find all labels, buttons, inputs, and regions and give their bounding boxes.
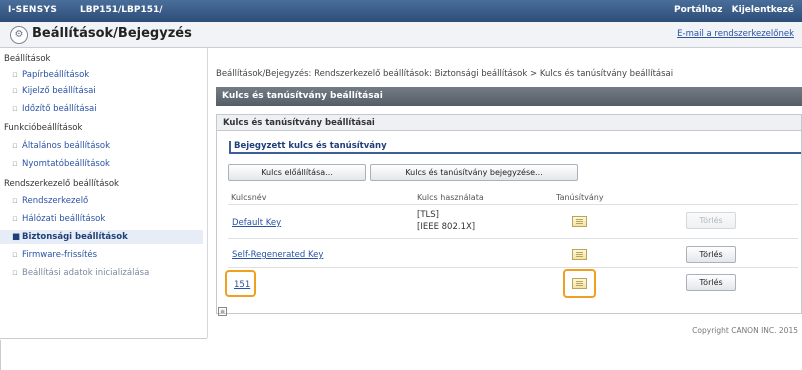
highlight-keyname [225, 270, 256, 297]
key-link-self-regenerated[interactable]: Self-Regenerated Key [232, 250, 323, 260]
sidebar-item-timer[interactable]: ▫ Időzítő beállításai [12, 104, 97, 114]
delete-button-default[interactable]: Törlés [686, 212, 736, 229]
sidebar: Beállítások ▫ Papírbeállítások ▫ Kijelző b… [0, 48, 208, 338]
delete-button-self-regenerated[interactable]: Törlés [686, 246, 736, 263]
row-divider [228, 238, 798, 239]
section-header: Kulcs és tanúsítvány beállításai [216, 87, 802, 106]
certificate-icon[interactable] [572, 216, 587, 227]
delete-button-151[interactable]: Törlés [686, 274, 736, 291]
usage-ieee: [IEEE 802.1X] [417, 222, 476, 232]
header-divider [228, 204, 798, 205]
sidebar-item-network[interactable]: ▫ Hálózati beállítások [12, 214, 105, 224]
sidebar-item-paper[interactable]: ▫ Papírbeállítások [12, 70, 89, 80]
top-links: Portálhoz Kijelentkezé [668, 5, 794, 15]
key-link-default[interactable]: Default Key [232, 218, 281, 228]
sidebar-group-admin[interactable]: Rendszerkezelő beállítások [4, 179, 119, 189]
register-key-button[interactable]: Kulcs és tanúsítvány bejegyzése... [370, 164, 578, 181]
breadcrumb: Beállítások/Bejegyzés: Rendszerkezelő be… [216, 69, 674, 79]
certificate-icon[interactable] [572, 249, 587, 260]
col-certificate: Tanúsítvány [556, 193, 604, 202]
brand-name: I-SENSYS [8, 5, 58, 15]
sidebar-bottom-line [0, 338, 207, 339]
sidebar-item-security[interactable]: ■ Biztonsági beállítások [0, 230, 203, 244]
sidebar-group-functions[interactable]: Funkcióbeállítások [4, 123, 82, 133]
sidebar-item-firmware[interactable]: ▫ Firmware-frissítés [12, 250, 97, 260]
logout-link[interactable]: Kijelentkezé [732, 5, 794, 15]
gear-icon: ⚙ [10, 26, 28, 44]
sidebar-item-printer[interactable]: ▫ Nyomtatóbeállítások [12, 159, 110, 169]
copyright: Copyright CANON INC. 2015 [692, 326, 798, 335]
sidebar-item-display[interactable]: ▫ Kijelző beállításai [12, 86, 96, 96]
sidebar-item-init[interactable]: ▫ Beállítási adatok inicializálása [12, 268, 149, 278]
generate-key-button[interactable]: Kulcs előállítása... [228, 164, 366, 181]
subhead-marker [229, 141, 231, 152]
sidebar-item-general[interactable]: ▫ Általános beállítások [12, 141, 110, 151]
page-title: Beállítások/Bejegyzés [32, 26, 192, 41]
left-edge-line [0, 340, 1, 370]
sidebar-group-settings[interactable]: Beállítások [4, 54, 50, 64]
col-keyname: Kulcsnév [231, 193, 267, 202]
mail-admin-link[interactable]: E-mail a rendszerkezelőnek [677, 29, 794, 39]
col-usage: Kulcs használata [417, 193, 484, 202]
usage-tls: [TLS] [417, 210, 439, 220]
highlight-certificate [563, 269, 596, 298]
model-name: LBP151/LBP151/ [80, 5, 163, 15]
portal-link[interactable]: Portálhoz [674, 5, 723, 15]
list-icon[interactable]: ≡ [218, 307, 227, 316]
row-divider [228, 267, 798, 268]
sidebar-item-admin[interactable]: ▫ Rendszerkezelő [12, 196, 88, 206]
panel-title: Kulcs és tanúsítvány beállításai [217, 115, 801, 131]
title-bar: ⚙ Beállítások/Bejegyzés E-mail a rendsze… [0, 22, 802, 48]
registered-subhead: Bejegyzett kulcs és tanúsítvány [229, 140, 801, 154]
top-bar: I-SENSYS LBP151/LBP151/ Portálhoz Kijele… [0, 0, 802, 22]
